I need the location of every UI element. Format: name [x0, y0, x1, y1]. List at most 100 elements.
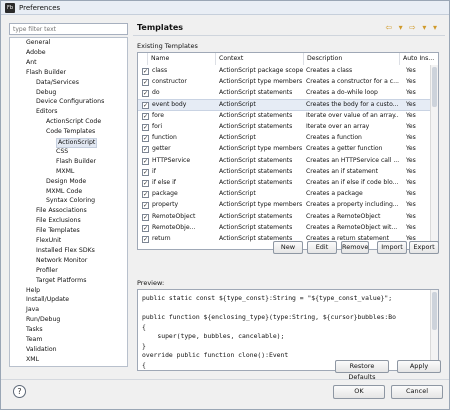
tree-item[interactable]: Flash Builder	[26, 69, 66, 77]
enabled-checkbox[interactable]: ✓	[142, 135, 149, 143]
enabled-checkbox[interactable]: ✓	[142, 124, 149, 131]
tree-item[interactable]: Run/Debug	[26, 316, 60, 324]
code-line: {	[142, 322, 146, 331]
table-scroll-thumb[interactable]	[432, 67, 437, 107]
tree-item[interactable]: Validation	[26, 346, 57, 354]
table-row[interactable]: ✓ HTTPService ActionScript statements Creat…	[138, 156, 430, 166]
tree-item[interactable]: Data/Services	[36, 79, 79, 87]
cell-description: Creates a property including...	[306, 201, 399, 209]
enabled-checkbox[interactable]: ✓	[142, 224, 149, 232]
tree-item[interactable]: Installed Flex SDKs	[36, 247, 95, 255]
tree-item[interactable]: Syntax Coloring	[46, 197, 95, 205]
tree-item[interactable]: Install/Update	[26, 296, 69, 304]
table-row[interactable]: ✓ event body ActionScript Creates the body …	[138, 98, 431, 111]
preview-code-area[interactable]: public static const ${type_const}:String…	[137, 289, 439, 371]
cell-name: do	[152, 89, 160, 97]
enabled-checkbox[interactable]: ✓	[142, 168, 149, 176]
tree-item[interactable]: Team	[26, 336, 42, 344]
import-button[interactable]: Import	[377, 241, 407, 254]
enabled-checkbox[interactable]: ✓	[142, 90, 149, 98]
templates-table[interactable]: Name Context Description Auto Ins... ✓ cl…	[137, 52, 439, 250]
table-row[interactable]: ✓ if else if ActionScript statements Create…	[138, 178, 430, 188]
ok-button[interactable]: OK	[333, 385, 385, 399]
preferences-tree[interactable]: General Adobe Ant Flash Builder Data/Service…	[9, 37, 128, 367]
tree-item[interactable]: Flash Builder	[56, 158, 96, 166]
cell-auto-insert: Yes	[406, 145, 416, 153]
tree-item[interactable]: Debug	[36, 89, 56, 97]
restore-defaults-button[interactable]: Restore Defaults	[335, 360, 389, 381]
apply-button[interactable]: Apply	[397, 360, 441, 373]
table-row[interactable]: ✓ class ActionScript package scope Creates …	[138, 66, 430, 76]
cell-description: Creates a package	[306, 190, 363, 198]
tree-item[interactable]: Java	[26, 306, 39, 314]
preview-scroll-thumb[interactable]	[432, 292, 437, 330]
enabled-checkbox[interactable]: ✓	[142, 202, 149, 210]
tree-item[interactable]: Tasks	[26, 326, 43, 334]
enabled-checkbox[interactable]: ✓	[142, 180, 149, 187]
tree-item[interactable]: MXML	[56, 168, 74, 176]
tree-item[interactable]: MXML Code	[46, 188, 82, 196]
export-button[interactable]: Export	[409, 241, 439, 254]
column-header-name[interactable]: Name	[148, 53, 216, 65]
tree-item[interactable]: CSS	[56, 148, 68, 156]
enabled-checkbox[interactable]: ✓	[142, 146, 149, 154]
tree-item[interactable]: Editors	[36, 108, 58, 116]
table-row[interactable]: ✓ if ActionScript statements Creates an if …	[138, 167, 430, 177]
enabled-checkbox[interactable]: ✓	[142, 191, 149, 199]
tree-item[interactable]: File Associations	[36, 207, 87, 215]
code-line: override public function clone():Event	[142, 351, 289, 359]
table-row[interactable]: ✓ constructor ActionScript type members Cre…	[138, 77, 430, 87]
table-row[interactable]: ✓ package ActionScript Creates a package Yes	[138, 189, 430, 199]
cancel-button[interactable]: Cancel	[391, 385, 443, 399]
new-button[interactable]: New	[273, 241, 303, 254]
enabled-checkbox[interactable]: ✓	[142, 112, 149, 120]
cell-auto-insert: Yes	[406, 167, 416, 175]
tree-item[interactable]: Profiler	[36, 267, 58, 275]
tree-item[interactable]: File Templates	[36, 227, 80, 235]
cell-auto-insert: Yes	[406, 123, 416, 130]
table-row[interactable]: ✓ RemoteObje... ActionScript statements Cre…	[138, 223, 430, 233]
tree-item[interactable]: FlexUnit	[36, 237, 61, 245]
table-scrollbar[interactable]	[430, 65, 438, 249]
edit-button[interactable]: Edit	[307, 241, 337, 254]
tree-item[interactable]: Network Monitor	[36, 257, 87, 265]
tree-item[interactable]: ActionScript	[56, 138, 98, 148]
preview-scrollbar[interactable]	[430, 290, 438, 370]
tree-item[interactable]: Adobe	[26, 49, 46, 57]
enabled-checkbox[interactable]: ✓	[142, 157, 149, 165]
table-row[interactable]: ✓ function ActionScript Creates a function Y…	[138, 133, 430, 143]
tree-item[interactable]: Device Configurations	[36, 98, 104, 106]
tree-item[interactable]: Ant	[26, 59, 37, 67]
column-header-description[interactable]: Description	[304, 53, 400, 65]
filter-input[interactable]	[9, 23, 128, 35]
enabled-checkbox[interactable]: ✓	[142, 68, 149, 75]
table-row[interactable]: ✓ RemoteObject ActionScript statements Crea…	[138, 212, 430, 222]
table-row[interactable]: ✓ fori ActionScript statements Iterate over…	[138, 122, 430, 132]
enabled-checkbox[interactable]: ✓	[142, 79, 149, 87]
tree-item[interactable]: ActionScript Code	[46, 118, 101, 126]
tree-item[interactable]: Code Templates	[46, 128, 95, 136]
cell-auto-insert: Yes	[406, 111, 416, 119]
history-nav-icons[interactable]: ⇦ ▾ ⇨ ▾ ▾	[385, 23, 439, 32]
cell-context: ActionScript statements	[219, 156, 293, 164]
cell-name: RemoteObje...	[152, 223, 196, 231]
cell-auto-insert: Yes	[406, 212, 416, 220]
enabled-checkbox[interactable]: ✓	[142, 213, 149, 221]
table-row[interactable]: ✓ fore ActionScript statements Iterate over…	[138, 111, 430, 121]
enabled-checkbox[interactable]: ✓	[142, 101, 149, 109]
remove-button[interactable]: Remove	[341, 241, 369, 254]
tree-item[interactable]: XML	[26, 356, 39, 364]
table-row[interactable]: ✓ getter ActionScript type members Creates …	[138, 144, 430, 154]
column-header-context[interactable]: Context	[216, 53, 304, 65]
tree-item[interactable]: Target Platforms	[36, 277, 86, 285]
column-header-auto-insert[interactable]: Auto Ins...	[400, 53, 438, 65]
help-icon[interactable]: ?	[13, 385, 26, 398]
tree-item[interactable]: File Exclusions	[36, 217, 81, 225]
enabled-checkbox[interactable]: ✓	[142, 236, 149, 243]
tree-item[interactable]: General	[26, 39, 50, 47]
table-row[interactable]: ✓ do ActionScript statements Creates a do-w…	[138, 88, 430, 98]
tree-item[interactable]: Help	[26, 287, 40, 295]
table-row[interactable]: ✓ property ActionScript type members Create…	[138, 200, 430, 210]
cell-auto-insert: Yes	[406, 179, 416, 186]
tree-item[interactable]: Design Mode	[46, 178, 86, 186]
